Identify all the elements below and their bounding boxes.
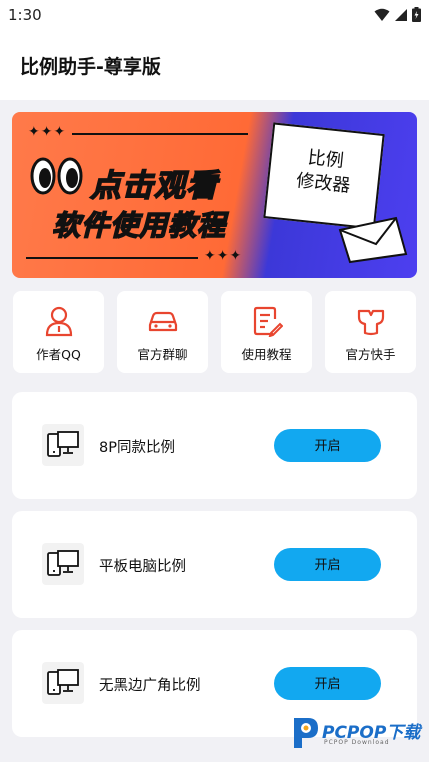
status-bar: 1:30: [0, 0, 429, 30]
devices-icon: [42, 662, 84, 704]
kuaishou-icon: [357, 309, 385, 336]
option-label: 8P同款比例: [99, 440, 175, 456]
devices-icon: [42, 543, 84, 585]
envelope-icon: [338, 216, 408, 264]
quick-link-label: 作者QQ: [36, 347, 81, 362]
banner-stars: ✦✦✦: [204, 248, 243, 264]
banner-divider: [26, 257, 198, 259]
enable-button[interactable]: 开启: [274, 667, 381, 700]
pcpop-logo-icon: [294, 718, 318, 748]
banner-stars: ✦✦✦: [28, 124, 67, 140]
quick-link-label: 官方群聊: [137, 347, 188, 362]
option-card-tablet: 平板电脑比例 开启: [12, 511, 417, 618]
signal-icon: [395, 8, 407, 21]
battery-icon: [412, 7, 421, 22]
banner-headline: 点击观看: [89, 167, 218, 205]
quick-link-kuaishou[interactable]: 官方快手: [325, 291, 416, 373]
car-icon: [148, 311, 178, 332]
watermark-subtext: PCPOP Download: [324, 739, 390, 746]
banner-divider: [72, 133, 248, 135]
option-card-8p: 8P同款比例 开启: [12, 392, 417, 499]
devices-icon: [42, 424, 84, 466]
watermark: PCPOP下载 PCPOP Download: [290, 714, 425, 754]
status-time: 1:30: [8, 6, 42, 24]
person-icon: [45, 306, 73, 337]
quick-link-label: 使用教程: [241, 347, 292, 362]
banner-note-text: 比例 修改器: [282, 144, 367, 200]
status-icons: [374, 7, 421, 22]
quick-link-label: 官方快手: [345, 347, 396, 362]
option-label: 平板电脑比例: [99, 559, 186, 575]
quick-link-author-qq[interactable]: 作者QQ: [13, 291, 104, 373]
enable-button[interactable]: 开启: [274, 548, 381, 581]
page-title: 比例助手-尊享版: [20, 56, 161, 78]
banner-subheadline: 软件使用教程: [51, 208, 227, 243]
app-bar: 比例助手-尊享版: [0, 30, 429, 100]
quick-link-tutorial[interactable]: 使用教程: [221, 291, 312, 373]
document-edit-icon: [253, 306, 283, 337]
enable-button[interactable]: 开启: [274, 429, 381, 462]
option-label: 无黑边广角比例: [99, 678, 201, 694]
eyes-icon: [30, 157, 83, 195]
quick-link-official-group[interactable]: 官方群聊: [117, 291, 208, 373]
wifi-icon: [374, 8, 390, 21]
banner-note: 比例 修改器: [263, 122, 385, 230]
